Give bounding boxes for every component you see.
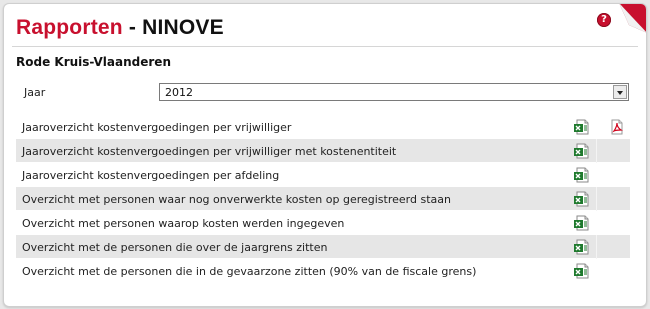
page-title: Rapporten - NINOVE (16, 16, 224, 40)
page-title-location: NINOVE (142, 16, 224, 39)
report-row: Overzicht met personen waarop kosten wer… (16, 211, 630, 235)
column-separator (596, 139, 597, 163)
excel-icon[interactable] (573, 239, 589, 255)
report-row: Jaaroverzicht kostenvergoedingen per vri… (16, 115, 630, 139)
report-row: Overzicht met de personen die in de geva… (16, 259, 630, 283)
corner-fold-icon (619, 4, 646, 33)
excel-icon[interactable] (573, 119, 589, 135)
report-row: Overzicht met de personen die over de ja… (16, 235, 630, 259)
panel-header: Rapporten - NINOVE ? (4, 4, 646, 46)
year-select[interactable]: 2012 (159, 83, 629, 101)
report-list: Jaaroverzicht kostenvergoedingen per vri… (16, 115, 630, 283)
report-label: Overzicht met de personen die over de ja… (22, 241, 328, 254)
column-separator (596, 211, 597, 235)
column-separator (596, 259, 597, 283)
column-separator (596, 187, 597, 211)
excel-icon[interactable] (573, 191, 589, 207)
chevron-down-icon[interactable] (613, 85, 627, 99)
excel-icon[interactable] (573, 143, 589, 159)
help-icon[interactable]: ? (597, 13, 611, 27)
year-label: Jaar (24, 86, 46, 99)
organization-name: Rode Kruis-Vlaanderen (16, 55, 171, 69)
report-row: Overzicht met personen waar nog onverwer… (16, 187, 630, 211)
column-separator (596, 163, 597, 187)
report-label: Overzicht met personen waar nog onverwer… (22, 193, 451, 206)
excel-icon[interactable] (573, 167, 589, 183)
column-separator (596, 235, 597, 259)
column-separator (596, 115, 597, 139)
report-row: Jaaroverzicht kostenvergoedingen per vri… (16, 139, 630, 163)
year-select-value: 2012 (165, 86, 193, 99)
excel-icon[interactable] (573, 215, 589, 231)
report-label: Jaaroverzicht kostenvergoedingen per vri… (22, 121, 292, 134)
report-label: Jaaroverzicht kostenvergoedingen per vri… (22, 145, 397, 158)
report-label: Overzicht met personen waarop kosten wer… (22, 217, 345, 230)
excel-icon[interactable] (573, 263, 589, 279)
report-row: Jaaroverzicht kostenvergoedingen per afd… (16, 163, 630, 187)
header-divider (12, 46, 638, 47)
report-label: Jaaroverzicht kostenvergoedingen per afd… (22, 169, 280, 182)
page-title-separator: - (128, 16, 137, 39)
reports-panel: Rapporten - NINOVE ? Rode Kruis-Vlaander… (3, 3, 647, 307)
page-title-main: Rapporten (16, 16, 123, 39)
report-label: Overzicht met de personen die in de geva… (22, 265, 477, 278)
pdf-icon[interactable] (609, 119, 625, 135)
